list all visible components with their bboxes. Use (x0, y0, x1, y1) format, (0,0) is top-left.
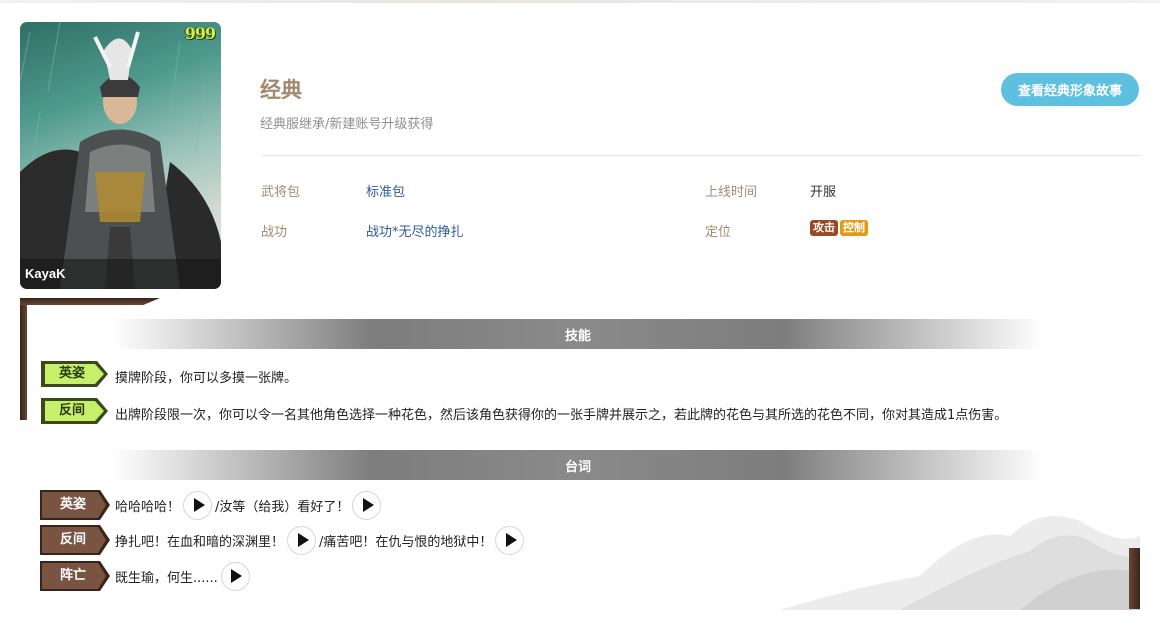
mountain-painting-icon (780, 516, 1140, 610)
role-label: 定位 (705, 225, 732, 240)
quote-tag-death: 阵亡 (40, 561, 110, 591)
package-link[interactable]: 标准包 (366, 181, 405, 200)
quote-line: 哈哈哈哈！ /汝等（给我）看好了！ (115, 490, 384, 520)
package-label: 武将包 (261, 185, 301, 200)
quote-name: 阵亡 (59, 568, 86, 583)
quote-tag-yingzi: 英姿 (40, 490, 110, 520)
frame-right-border (1129, 548, 1140, 609)
control-tag: 控制 (840, 220, 868, 236)
quote-line: 挣扎吧！在血和暗的深渊里！ /痛苦吧！在仇与恨的地狱中！ (115, 525, 527, 555)
play-icon (231, 569, 243, 583)
skin-subtitle: 经典服继承/新建账号升级获得 (260, 117, 434, 132)
general-detail-page: 999 KayaK 经典 经典服继承/新建账号升级获得 查看经典形象故事 武将包… (0, 0, 1160, 627)
frame-top-border (20, 298, 160, 305)
top-border (0, 0, 1160, 3)
skill-description: 出牌阶段限一次，你可以令一名其他角色选择一种花色，然后该角色获得你的一张手牌并展… (115, 408, 1008, 423)
skill-name: 英姿 (58, 366, 85, 381)
play-audio-button[interactable] (352, 490, 382, 520)
skills-section-title: 技能 (112, 319, 1044, 349)
general-portrait: 999 KayaK (20, 22, 221, 289)
online-time-label: 上线时间 (705, 185, 758, 200)
quote-line: 既生瑜，何生...... (115, 561, 253, 591)
online-time-value: 开服 (810, 185, 837, 200)
skill-description: 摸牌阶段，你可以多摸一张牌。 (115, 371, 298, 386)
quote-name: 英姿 (59, 497, 86, 512)
quote-text: 挣扎吧！在血和暗的深渊里！ (115, 534, 285, 550)
play-icon (193, 498, 205, 512)
header-divider (261, 155, 1140, 156)
quote-tag-fanjian: 反间 (40, 525, 110, 555)
quote-text: 哈哈哈哈！ (115, 499, 181, 515)
skill-tag-fanjian[interactable]: 反间 (40, 397, 110, 425)
attack-tag: 攻击 (810, 220, 838, 236)
skill-tag-yingzi[interactable]: 英姿 (40, 360, 110, 388)
play-audio-button[interactable] (287, 525, 317, 555)
skin-title: 经典 (260, 78, 302, 102)
quote-text: 既生瑜，何生...... (115, 570, 218, 586)
warrior-illustration-icon (20, 22, 221, 289)
play-icon (297, 533, 309, 547)
skill-name: 反间 (58, 403, 85, 418)
artist-name: KayaK (20, 259, 221, 289)
rating-badge: 999 (184, 24, 216, 43)
play-audio-button[interactable] (183, 490, 213, 520)
merit-label: 战功 (261, 225, 288, 240)
frame-left-border (20, 298, 27, 420)
quote-text: /汝等（给我）看好了！ (215, 499, 350, 515)
play-icon (362, 498, 374, 512)
quote-name: 反间 (59, 532, 86, 547)
quote-text: /痛苦吧！在仇与恨的地狱中！ (319, 534, 493, 550)
merit-link[interactable]: 战功*无尽的挣扎 (366, 221, 464, 240)
play-audio-button[interactable] (220, 561, 250, 591)
play-audio-button[interactable] (495, 525, 525, 555)
role-tags: 攻击 控制 (810, 220, 870, 236)
play-icon (505, 533, 517, 547)
view-story-button[interactable]: 查看经典形象故事 (1001, 73, 1139, 106)
